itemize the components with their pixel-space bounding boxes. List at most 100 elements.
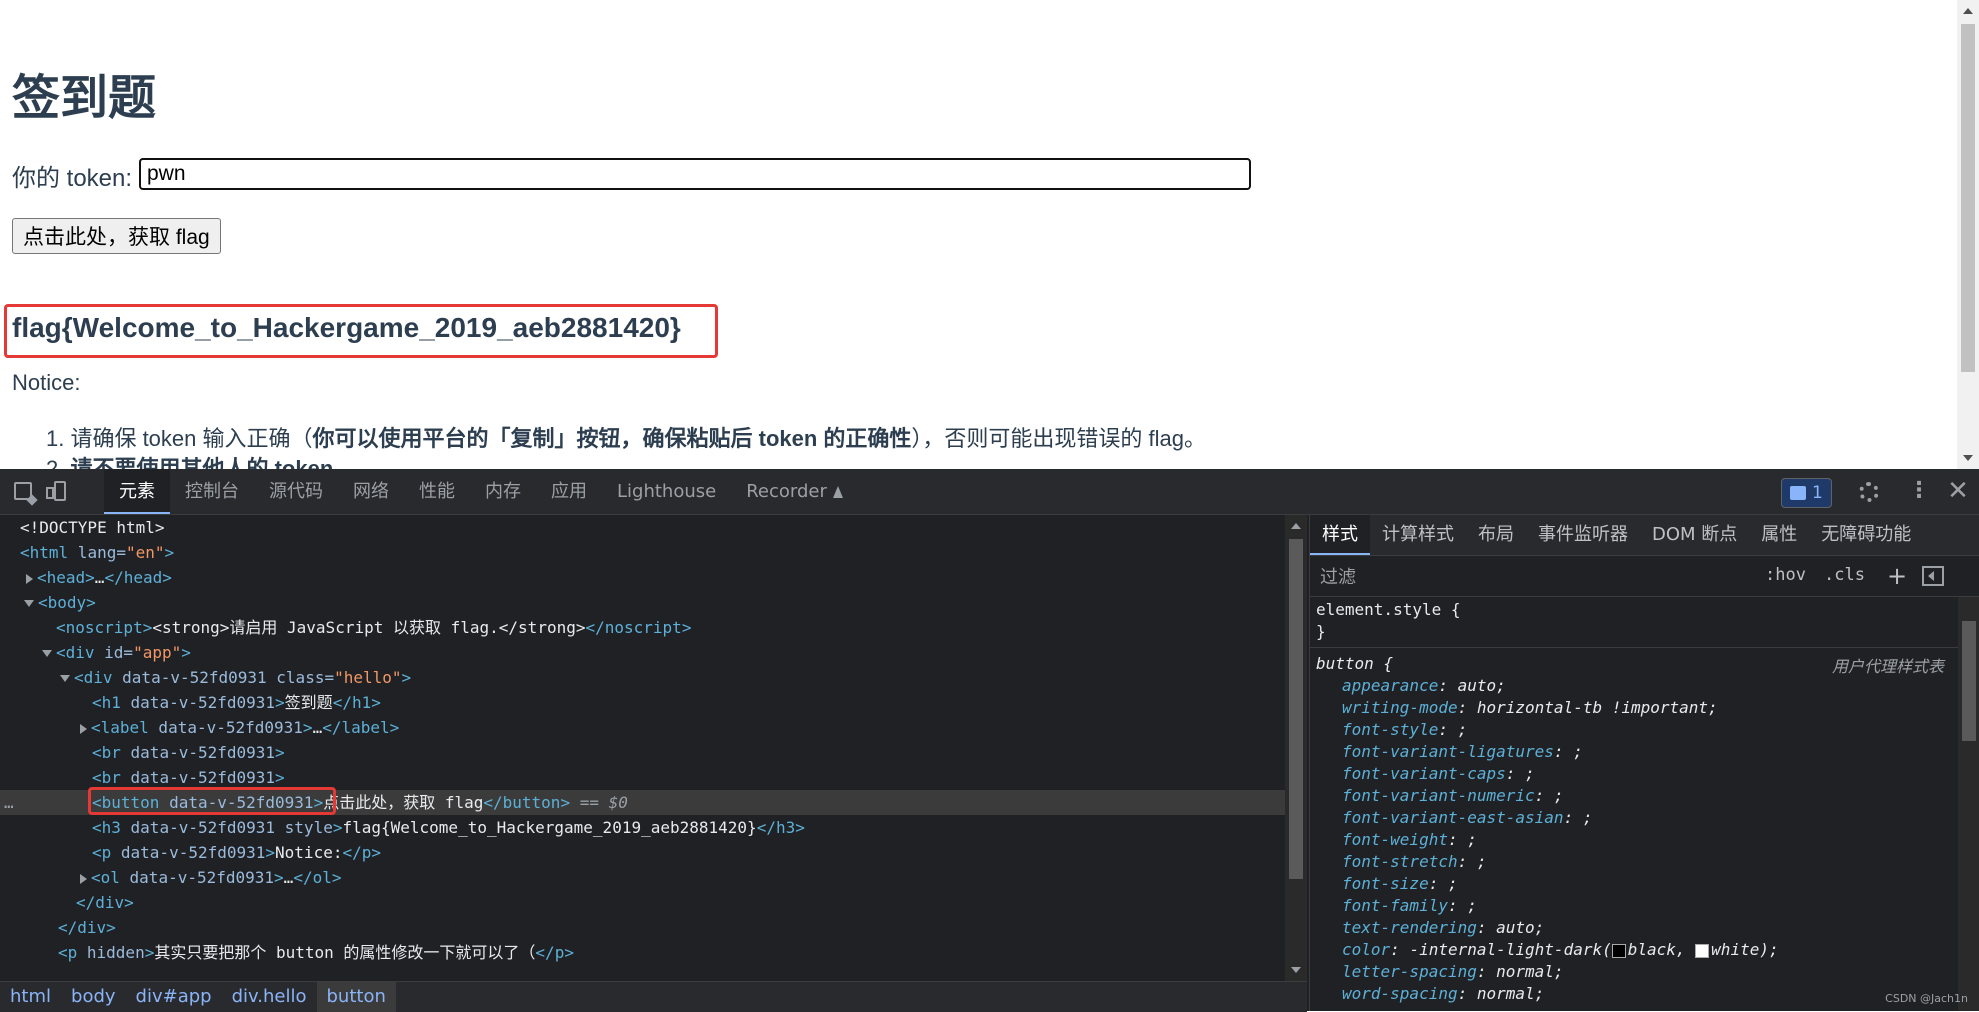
device-toolbar-icon[interactable] bbox=[46, 481, 66, 501]
tab-network[interactable]: 网络 bbox=[338, 469, 404, 514]
css-property[interactable]: font-size: ; bbox=[1342, 873, 1458, 895]
styles-filter-bar: :hov .cls + bbox=[1310, 556, 1979, 597]
css-property[interactable]: writing-mode: horizontal-tb !important; bbox=[1342, 697, 1718, 719]
tab-performance[interactable]: 性能 bbox=[404, 469, 470, 514]
tab-dom-breakpoints[interactable]: DOM 断点 bbox=[1640, 515, 1749, 555]
css-property[interactable]: font-style: ; bbox=[1342, 719, 1467, 741]
styles-scrollbar[interactable] bbox=[1958, 597, 1979, 1011]
css-property[interactable]: text-rendering: auto; bbox=[1342, 917, 1544, 939]
expand-triangle-icon[interactable] bbox=[80, 873, 87, 884]
styles-tabbar: 样式 计算样式 布局 事件监听器 DOM 断点 属性 无障碍功能 bbox=[1310, 515, 1979, 556]
add-rule-icon[interactable]: + bbox=[1887, 562, 1907, 590]
dom-node[interactable]: <!DOCTYPE html> bbox=[0, 515, 1285, 540]
flag-text: flag{Welcome_to_Hackergame_2019_aeb28814… bbox=[12, 312, 681, 343]
css-property[interactable]: appearance: auto; bbox=[1342, 675, 1506, 697]
issues-badge[interactable]: 1 bbox=[1781, 478, 1832, 508]
expand-triangle-icon[interactable] bbox=[26, 573, 33, 584]
css-property[interactable]: font-weight: ; bbox=[1342, 829, 1477, 851]
scroll-thumb[interactable] bbox=[1961, 24, 1975, 372]
collapse-triangle-icon[interactable] bbox=[42, 650, 52, 657]
scroll-up-arrow-icon[interactable] bbox=[1963, 8, 1973, 14]
token-label: 你的 token: bbox=[12, 165, 133, 192]
tab-sources[interactable]: 源代码 bbox=[254, 469, 338, 514]
styles-panel: 样式 计算样式 布局 事件监听器 DOM 断点 属性 无障碍功能 :hov .c… bbox=[1309, 515, 1979, 1011]
css-property[interactable]: font-variant-ligatures: ; bbox=[1342, 741, 1583, 763]
dom-node[interactable]: <div id="app"> bbox=[0, 640, 1285, 665]
tab-event-listeners[interactable]: 事件监听器 bbox=[1526, 515, 1640, 555]
dom-node[interactable]: <ol data-v-52fd0931>…</ol> bbox=[0, 865, 1285, 890]
tab-computed[interactable]: 计算样式 bbox=[1370, 515, 1466, 555]
breadcrumb-button[interactable]: button bbox=[316, 982, 396, 1012]
scroll-thumb[interactable] bbox=[1289, 539, 1303, 879]
message-icon bbox=[1790, 486, 1806, 500]
expand-triangle-icon[interactable] bbox=[80, 723, 87, 734]
page-title: 签到题 bbox=[12, 72, 157, 125]
tab-console[interactable]: 控制台 bbox=[170, 469, 254, 514]
breadcrumb-html[interactable]: html bbox=[0, 982, 61, 1012]
tab-application[interactable]: 应用 bbox=[536, 469, 602, 514]
tab-styles[interactable]: 样式 bbox=[1310, 515, 1370, 555]
color-swatch-black[interactable] bbox=[1611, 943, 1626, 958]
dom-node[interactable]: <label data-v-52fd0931>…</label> bbox=[0, 715, 1285, 740]
dom-node[interactable]: <h3 data-v-52fd0931 style>flag{Welcome_t… bbox=[0, 815, 1285, 840]
notice-item: 1. 请确保 token 输入正确（你可以使用平台的「复制」按钮，确保粘贴后 t… bbox=[46, 426, 1207, 451]
tab-properties[interactable]: 属性 bbox=[1749, 515, 1809, 555]
toggle-sidebar-icon[interactable] bbox=[1922, 566, 1944, 586]
scroll-down-arrow-icon[interactable] bbox=[1291, 967, 1301, 973]
dom-node[interactable]: <p hidden>其实只要把那个 button 的属性修改一下就可以了（</p… bbox=[0, 940, 1285, 965]
css-property[interactable]: font-variant-numeric: ; bbox=[1342, 785, 1564, 807]
page-viewport: 签到题 你的 token: 点击此处，获取 flag flag{Welcome_… bbox=[0, 0, 1979, 469]
dom-node[interactable]: <html lang="en"> bbox=[0, 540, 1285, 565]
tab-elements[interactable]: 元素 bbox=[104, 469, 170, 514]
tab-lighthouse[interactable]: Lighthouse bbox=[602, 469, 731, 514]
tab-recorder[interactable]: Recorder bbox=[731, 469, 858, 514]
dom-node[interactable]: <body> bbox=[0, 590, 1285, 615]
css-property[interactable]: font-stretch: ; bbox=[1342, 851, 1487, 873]
close-icon[interactable]: ✕ bbox=[1947, 478, 1969, 504]
dom-node[interactable]: </div> bbox=[0, 915, 1285, 940]
breadcrumb-div-app[interactable]: div#app bbox=[126, 982, 222, 1012]
scroll-up-arrow-icon[interactable] bbox=[1291, 523, 1301, 529]
breadcrumb-div-hello[interactable]: div.hello bbox=[222, 982, 317, 1012]
get-flag-button[interactable]: 点击此处，获取 flag bbox=[12, 218, 221, 254]
dom-node[interactable]: <p data-v-52fd0931>Notice:</p> bbox=[0, 840, 1285, 865]
color-swatch-white[interactable] bbox=[1695, 943, 1710, 958]
notice-item: 2. 请不要使用其他人的 token。 bbox=[46, 456, 356, 469]
dom-node[interactable]: <head>…</head> bbox=[0, 565, 1285, 590]
inspect-element-icon[interactable] bbox=[14, 482, 32, 500]
tab-memory[interactable]: 内存 bbox=[470, 469, 536, 514]
filter-input[interactable] bbox=[1318, 562, 1752, 592]
collapse-triangle-icon[interactable] bbox=[24, 600, 34, 607]
cls-button[interactable]: .cls bbox=[1824, 565, 1865, 585]
css-property[interactable]: letter-spacing: normal; bbox=[1342, 961, 1564, 983]
collapse-triangle-icon[interactable] bbox=[60, 675, 70, 682]
rule-divider bbox=[1310, 647, 1958, 648]
rule-close-brace: } bbox=[1316, 622, 1326, 641]
token-input[interactable] bbox=[139, 158, 1251, 190]
css-property[interactable]: word-spacing: normal; bbox=[1342, 983, 1544, 1005]
dom-node[interactable]: </div> bbox=[0, 890, 1285, 915]
dom-scrollbar[interactable] bbox=[1285, 515, 1307, 981]
css-property[interactable]: color: -internal-light-dark(black, white… bbox=[1342, 939, 1779, 961]
element-style-selector[interactable]: element.style { bbox=[1316, 599, 1461, 621]
hov-button[interactable]: :hov bbox=[1765, 565, 1806, 585]
gear-icon[interactable] bbox=[1859, 482, 1879, 502]
scroll-thumb[interactable] bbox=[1962, 621, 1976, 741]
tab-layout[interactable]: 布局 bbox=[1466, 515, 1526, 555]
css-property[interactable]: font-variant-east-asian: ; bbox=[1342, 807, 1592, 829]
scroll-down-arrow-icon[interactable] bbox=[1963, 455, 1973, 461]
watermark: CSDN @Jach1n bbox=[1885, 992, 1968, 1005]
page-scrollbar[interactable] bbox=[1957, 0, 1979, 469]
row-actions-icon[interactable]: … bbox=[4, 790, 14, 815]
css-property[interactable]: font-variant-caps: ; bbox=[1342, 763, 1535, 785]
more-options-icon[interactable]: ⋮ bbox=[1908, 480, 1930, 503]
dom-node[interactable]: <noscript><strong>请启用 JavaScript 以获取 fla… bbox=[0, 615, 1285, 640]
dom-node[interactable]: <div data-v-52fd0931 class="hello"> bbox=[0, 665, 1285, 690]
tab-accessibility[interactable]: 无障碍功能 bbox=[1809, 515, 1923, 555]
devtools-panel: 元素 控制台 源代码 网络 性能 内存 应用 Lighthouse Record… bbox=[0, 469, 1979, 1012]
flask-icon bbox=[832, 486, 843, 498]
breadcrumb-body[interactable]: body bbox=[61, 982, 126, 1012]
css-property[interactable]: font-family: ; bbox=[1342, 895, 1477, 917]
dom-node[interactable]: <h1 data-v-52fd0931>签到题</h1> bbox=[0, 690, 1285, 715]
dom-node[interactable]: <br data-v-52fd0931> bbox=[0, 740, 1285, 765]
